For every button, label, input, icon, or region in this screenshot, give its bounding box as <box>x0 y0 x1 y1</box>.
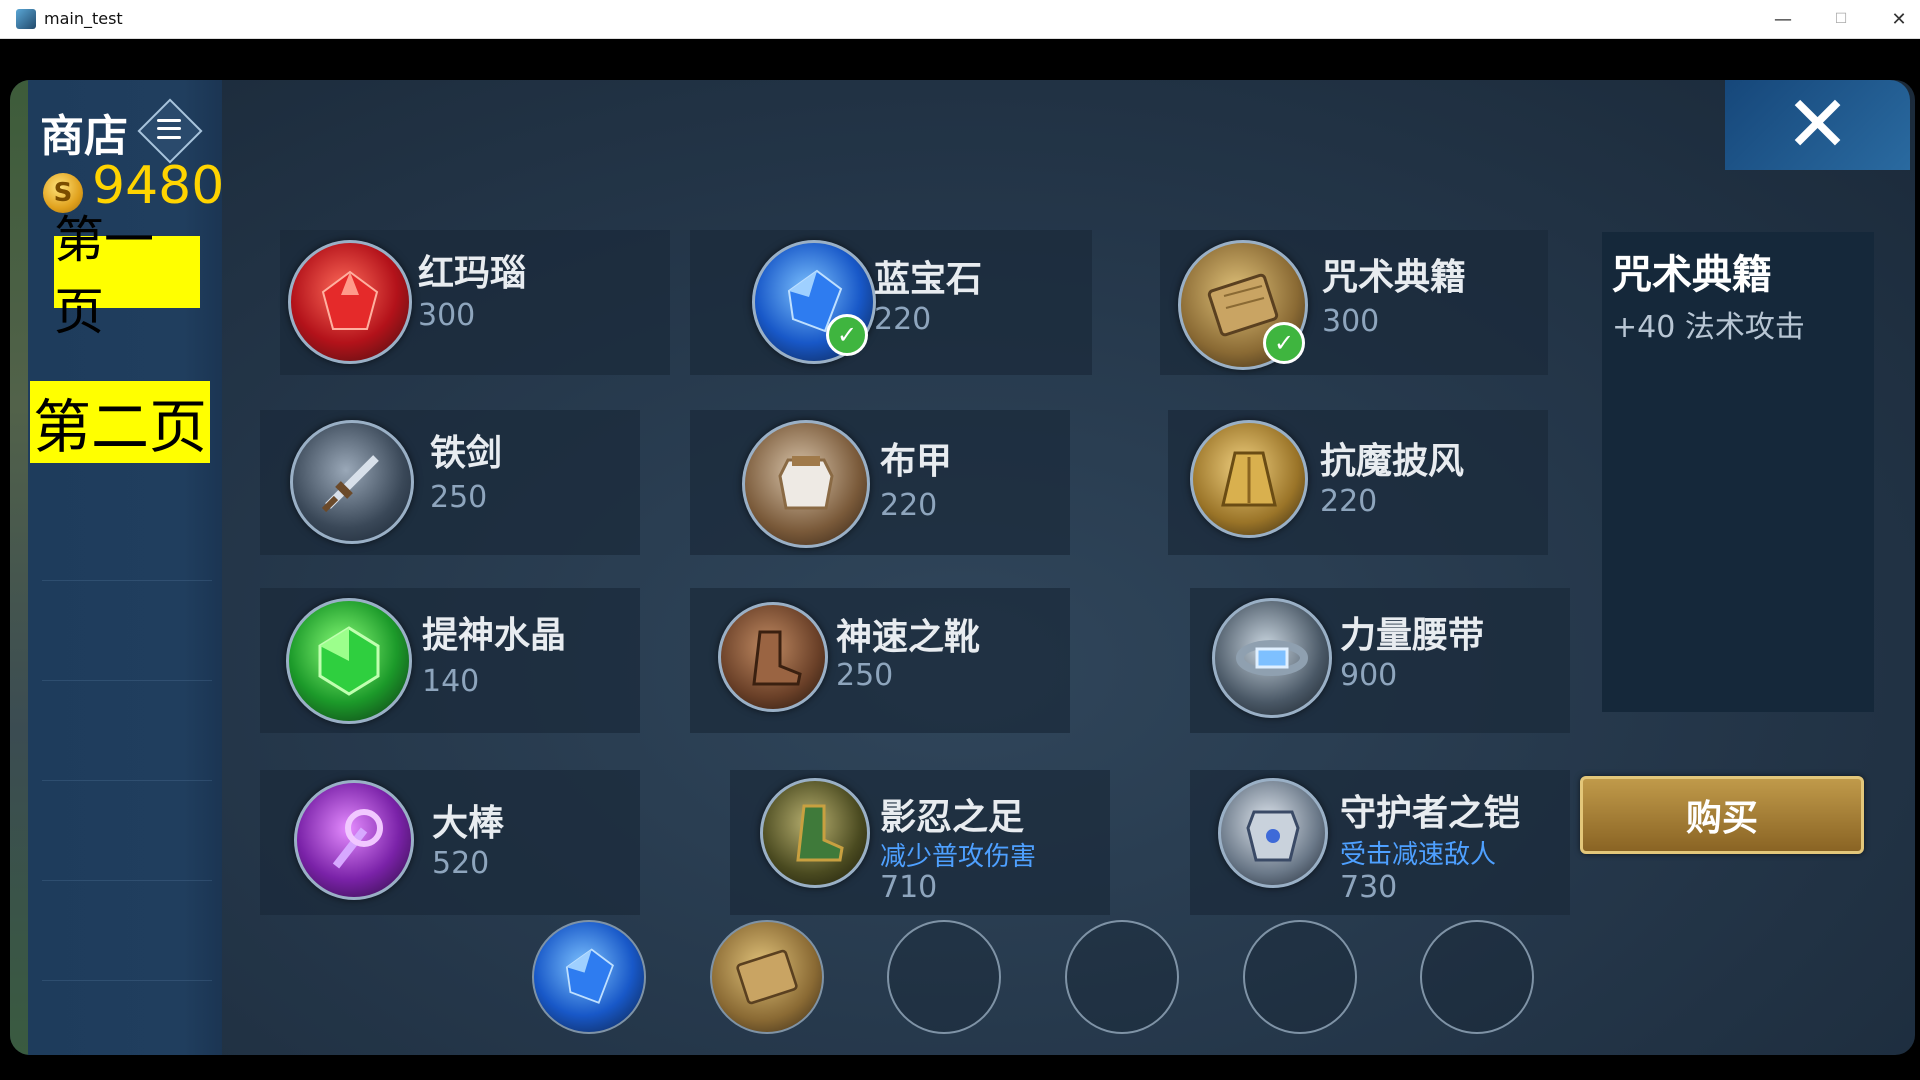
item-price: 220 <box>1320 484 1378 519</box>
item-name: 大棒 <box>432 803 505 844</box>
item-name: 铁剑 <box>430 433 503 474</box>
window-titlebar: main_test — ☐ ✕ <box>0 0 1920 39</box>
item-price: 300 <box>1322 304 1380 339</box>
item-card-guardian-armor[interactable]: 守护者之铠 受击减速敌人 730 <box>1190 770 1570 915</box>
guardian-armor-icon <box>1218 778 1328 888</box>
item-card-big-staff[interactable]: 大棒 520 <box>260 770 640 915</box>
divider <box>42 780 212 781</box>
item-card-anti-magic-cloak[interactable]: 抗魔披风 220 <box>1168 410 1548 555</box>
item-card-red-agate[interactable]: 红玛瑙 300 <box>280 230 670 375</box>
shop-panel: 商店 S 9480 第一页 第二页 ✕ 红玛瑙 300 ✓ 蓝宝石 220 ✓ … <box>10 80 1915 1055</box>
item-name: 咒术典籍 <box>1322 257 1467 298</box>
shadow-ninja-boots-icon <box>760 778 870 888</box>
inventory-slot-empty[interactable] <box>1243 920 1357 1034</box>
cloth-armor-icon <box>742 420 870 548</box>
item-effect: 受击减速敌人 <box>1340 840 1497 870</box>
item-price: 520 <box>432 846 490 881</box>
anti-magic-cloak-icon <box>1190 420 1308 538</box>
buy-button[interactable]: 购买 <box>1580 776 1864 854</box>
item-name: 守护者之铠 <box>1340 793 1521 834</box>
item-card-shadow-ninja-boots[interactable]: 影忍之足 减少普攻伤害 710 <box>730 770 1110 915</box>
item-card-swift-boots[interactable]: 神速之靴 250 <box>690 588 1070 733</box>
maximize-button[interactable]: ☐ <box>1812 0 1870 38</box>
inventory-slot[interactable] <box>532 920 646 1034</box>
spell-book-icon <box>736 949 798 1005</box>
inventory-slot-empty[interactable] <box>1065 920 1179 1034</box>
item-name: 提神水晶 <box>422 615 567 656</box>
divider <box>42 580 212 581</box>
sapphire-icon <box>565 948 614 1004</box>
item-price: 220 <box>880 488 938 523</box>
item-price: 300 <box>418 298 476 333</box>
power-belt-icon <box>1212 598 1332 718</box>
item-price: 250 <box>430 480 488 515</box>
swift-boots-icon <box>718 602 828 712</box>
item-card-iron-sword[interactable]: 铁剑 250 <box>260 410 640 555</box>
inventory-slot-empty[interactable] <box>887 920 1001 1034</box>
close-shop-button[interactable]: ✕ <box>1725 80 1910 170</box>
divider <box>42 880 212 881</box>
item-effect: 减少普攻伤害 <box>880 842 1037 872</box>
page-two-button[interactable]: 第二页 <box>30 381 210 463</box>
item-name: 影忍之足 <box>880 797 1025 838</box>
map-edge <box>10 80 30 1055</box>
shop-title: 商店 <box>40 111 128 162</box>
detail-item-name: 咒术典籍 <box>1612 252 1772 298</box>
close-window-button[interactable]: ✕ <box>1870 0 1920 38</box>
owned-check-icon: ✓ <box>1263 322 1305 364</box>
item-price: 900 <box>1340 658 1398 693</box>
window-title: main_test <box>44 9 123 28</box>
item-card-spell-book[interactable]: ✓ 咒术典籍 300 <box>1160 230 1548 375</box>
item-name: 红玛瑙 <box>418 253 527 294</box>
item-card-sapphire[interactable]: ✓ 蓝宝石 220 <box>690 230 1092 375</box>
divider <box>42 980 212 981</box>
app-icon <box>16 9 36 29</box>
item-price: 220 <box>874 302 932 337</box>
item-name: 神速之靴 <box>836 617 981 658</box>
item-price: 140 <box>422 664 480 699</box>
minimize-button[interactable]: — <box>1754 0 1812 38</box>
item-name: 力量腰带 <box>1340 615 1485 656</box>
item-detail-panel: 咒术典籍 +40 法术攻击 <box>1602 232 1874 712</box>
owned-check-icon: ✓ <box>826 314 868 356</box>
divider <box>42 680 212 681</box>
red-agate-icon <box>288 240 412 364</box>
item-price: 730 <box>1340 870 1398 905</box>
page-one-button[interactable]: 第一页 <box>54 211 200 341</box>
menu-icon[interactable] <box>157 116 181 142</box>
item-price: 710 <box>880 870 938 905</box>
inventory-slot-empty[interactable] <box>1420 920 1534 1034</box>
item-name: 抗魔披风 <box>1320 441 1465 482</box>
item-name: 蓝宝石 <box>874 259 983 300</box>
big-staff-icon <box>294 780 414 900</box>
inventory-slot[interactable] <box>710 920 824 1034</box>
refresh-crystal-icon <box>286 598 412 724</box>
iron-sword-icon <box>290 420 414 544</box>
item-card-cloth-armor[interactable]: 布甲 220 <box>690 410 1070 555</box>
item-card-refresh-crystal[interactable]: 提神水晶 140 <box>260 588 640 733</box>
detail-item-effect: +40 法术攻击 <box>1612 310 1805 345</box>
item-name: 布甲 <box>880 441 953 482</box>
item-price: 250 <box>836 658 894 693</box>
item-card-power-belt[interactable]: 力量腰带 900 <box>1190 588 1570 733</box>
